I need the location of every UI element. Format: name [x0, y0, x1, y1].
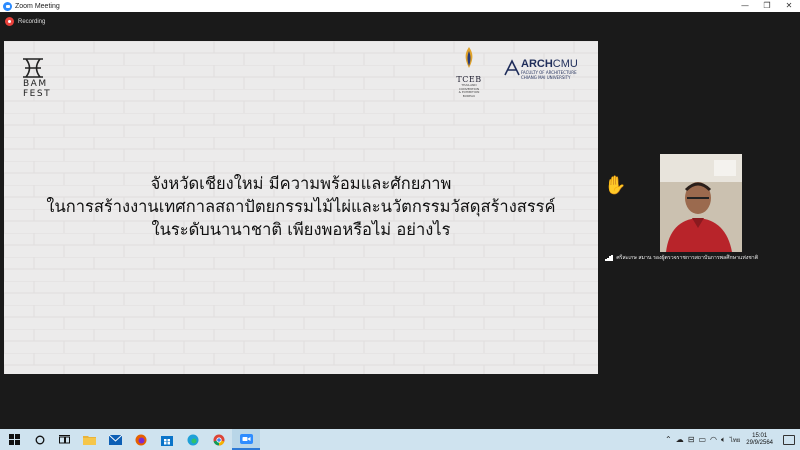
slide-line-3: ในระดับนานาชาติ เพียงพอหรือไม่ อย่างไร — [151, 220, 451, 239]
participant-video-tile[interactable] — [660, 154, 742, 252]
shared-screen-slide: BAM FEST TCEB THAILAND CONVENTION & EXHI… — [4, 41, 598, 374]
zoom-app-icon — [3, 1, 12, 11]
connection-signal-icon — [605, 255, 613, 261]
onedrive-icon[interactable]: ☁ — [676, 435, 684, 444]
slide-line-2: ในการสร้างงานเทศกาลสถาปัตยกรรมไม้ไผ่และน… — [46, 197, 556, 216]
maximize-button[interactable]: ❐ — [756, 0, 778, 12]
archcmu-mark-icon — [504, 59, 520, 76]
participant-name: ศรีสะเกษ สมาน รองผู้ตรวจราชการสถาบันการพ… — [616, 255, 759, 261]
participant-video-image — [660, 154, 742, 252]
notifications-icon[interactable] — [783, 434, 795, 445]
edge-icon[interactable] — [180, 429, 206, 450]
window-controls: — ❐ ✕ — [734, 0, 800, 12]
cortana-search-icon[interactable] — [28, 429, 52, 450]
show-hidden-icons-icon[interactable]: ⌃ — [665, 435, 672, 444]
task-view-icon[interactable] — [52, 429, 76, 450]
recording-indicator[interactable]: Recording — [5, 17, 45, 26]
file-explorer-icon[interactable] — [76, 429, 102, 450]
archcmu-subtitle-2: CHIANG MAI UNIVERSITY — [521, 75, 571, 80]
clock-time: 15:01 — [752, 432, 768, 439]
zoom-taskbar-icon[interactable] — [232, 429, 260, 450]
logo-text-bam: BAM — [23, 79, 48, 89]
archcmu-logo: ARCHCMU FACULTY OF ARCHITECTURE CHIANG M… — [503, 59, 593, 80]
window-title: Zoom Meeting — [15, 2, 60, 10]
battery-icon[interactable]: ▭ — [698, 435, 706, 444]
firefox-icon[interactable] — [128, 429, 154, 450]
archcmu-name-bold: ARCH — [521, 58, 553, 70]
clock-date: 29/9/2564 — [746, 439, 773, 446]
usb-icon[interactable]: ⊟ — [688, 435, 695, 444]
windows-taskbar: ⌃ ☁ ⊟ ▭ ◠ 🔈︎ ไทย 15:01 29/9/2564 — [0, 429, 800, 450]
window-titlebar: Zoom Meeting — ❐ ✕ — [0, 0, 800, 12]
archcmu-name: ARCHCMU — [521, 59, 578, 70]
participant-label: ศรีสะเกษ สมาน รองผู้ตรวจราชการสถาบันการพ… — [605, 254, 785, 262]
logo-text-fest: FEST — [23, 89, 52, 99]
tceb-flame-icon — [465, 47, 473, 68]
minimize-button[interactable]: — — [734, 0, 756, 12]
store-icon[interactable] — [154, 429, 180, 450]
recording-label: Recording — [18, 18, 46, 25]
windows-start-icon[interactable] — [0, 429, 28, 450]
taskbar-clock[interactable]: 15:01 29/9/2564 — [746, 433, 773, 447]
mail-icon[interactable] — [102, 429, 128, 450]
volume-icon[interactable]: 🔈︎ — [721, 435, 726, 445]
tceb-subtitle-2: & EXHIBITION BUREAU — [458, 90, 480, 98]
slide-question-text: จังหวัดเชียงใหม่ มีความพร้อมและศักยภาพ ใ… — [4, 172, 598, 241]
language-indicator[interactable]: ไทย — [730, 435, 741, 445]
system-tray: ⌃ ☁ ⊟ ▭ ◠ 🔈︎ ไทย 15:01 29/9/2564 — [665, 429, 800, 450]
slide-line-1: จังหวัดเชียงใหม่ มีความพร้อมและศักยภาพ — [150, 174, 452, 193]
recording-icon — [5, 17, 14, 26]
tceb-logo: TCEB THAILAND CONVENTION & EXHIBITION BU… — [453, 46, 485, 98]
bamfest-logo: BAM FEST — [22, 57, 62, 99]
archcmu-name-light: CMU — [552, 58, 578, 70]
wifi-icon[interactable]: ◠ — [710, 435, 717, 444]
raised-hand-icon: ✋ — [604, 175, 627, 196]
bamfest-mark-icon — [23, 58, 43, 78]
chrome-icon[interactable] — [206, 429, 232, 450]
close-button[interactable]: ✕ — [778, 0, 800, 12]
